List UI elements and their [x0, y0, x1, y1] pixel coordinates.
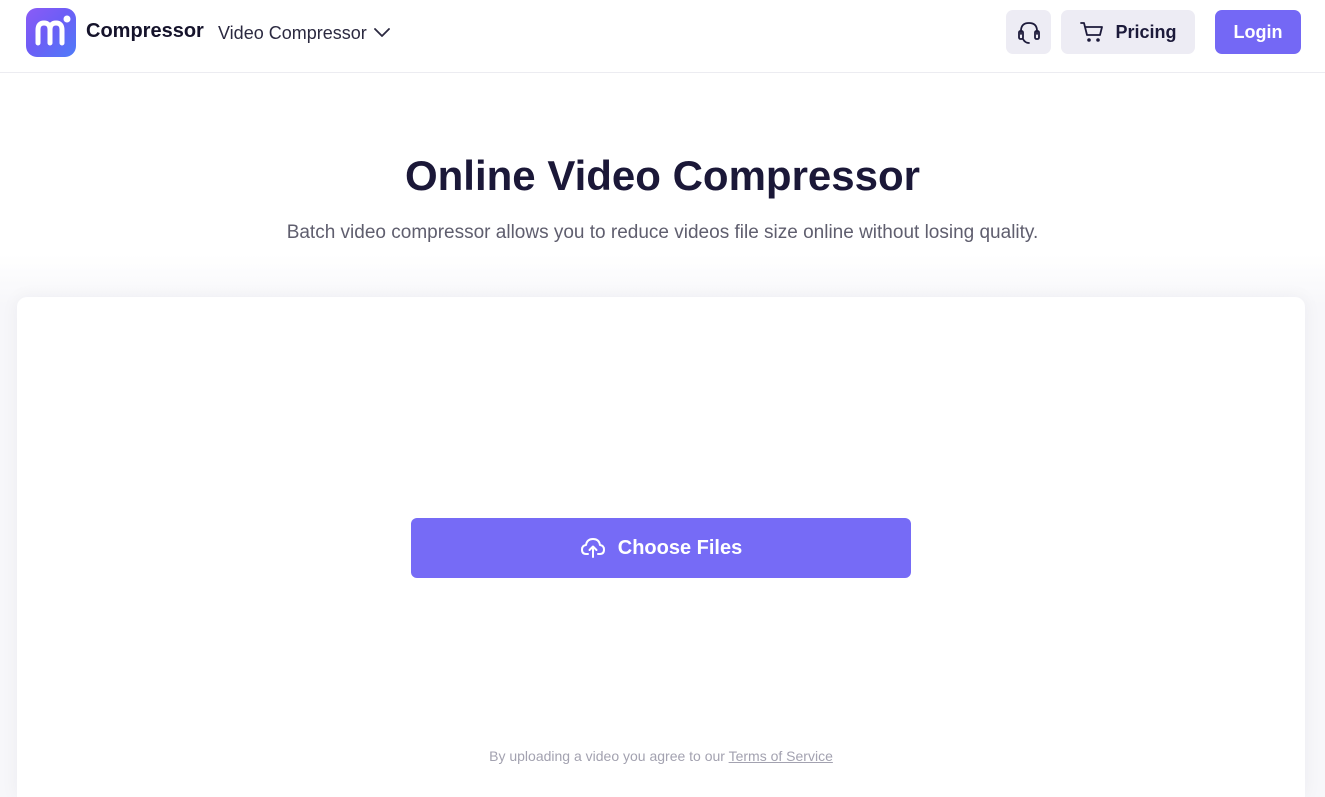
- terms-text: By uploading a video you agree to our: [489, 748, 729, 764]
- top-navigation-bar: Compressor Video Compressor Pricing Logi…: [0, 0, 1325, 73]
- headset-icon: [1015, 18, 1043, 46]
- choose-files-label: Choose Files: [617, 536, 743, 559]
- support-button[interactable]: [1006, 10, 1051, 54]
- login-label: Login: [1233, 21, 1283, 42]
- product-menu-dropdown[interactable]: Video Compressor: [218, 20, 391, 46]
- choose-files-button[interactable]: Choose Files: [411, 518, 911, 578]
- cloud-upload-icon: [580, 536, 606, 560]
- upload-area[interactable]: Choose Files By uploading a video you ag…: [17, 297, 1305, 797]
- terms-of-service-link[interactable]: Terms of Service: [729, 748, 833, 764]
- brand-name[interactable]: Compressor: [86, 20, 204, 43]
- page-title: Online Video Compressor: [404, 152, 920, 199]
- page-subtitle: Batch video compressor allows you to red…: [286, 222, 1039, 243]
- logo-icon[interactable]: [26, 8, 76, 57]
- terms-notice: By uploading a video you agree to our Te…: [17, 748, 1305, 764]
- cart-icon: [1079, 20, 1105, 44]
- product-menu-label: Video Compressor: [218, 22, 367, 43]
- login-button[interactable]: Login: [1215, 10, 1301, 54]
- chevron-down-icon: [373, 27, 391, 39]
- pricing-button[interactable]: Pricing: [1061, 10, 1195, 54]
- pricing-label: Pricing: [1115, 21, 1177, 42]
